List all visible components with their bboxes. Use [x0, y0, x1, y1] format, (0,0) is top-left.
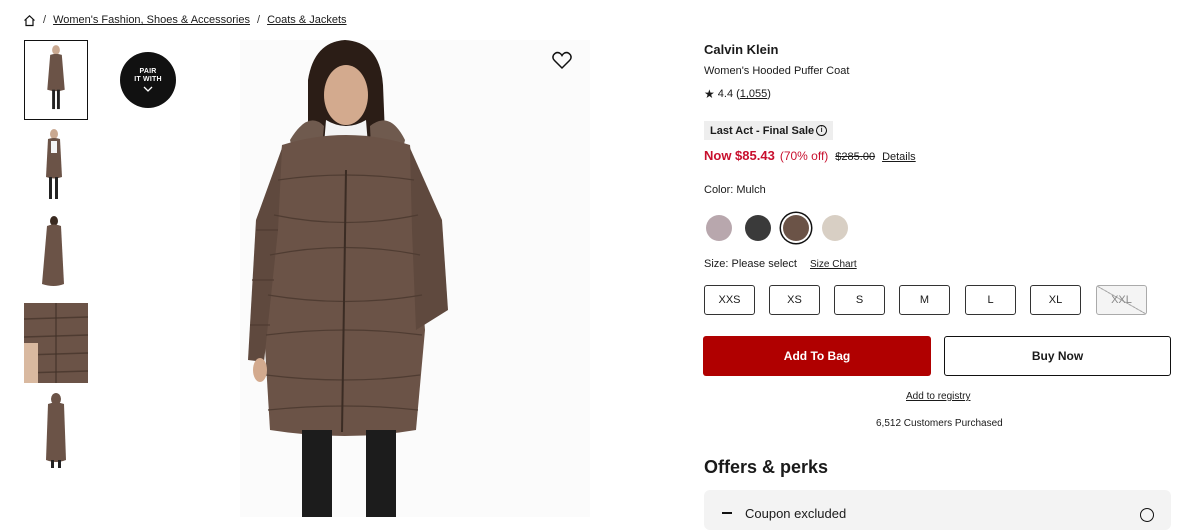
price-details-link[interactable]: Details: [882, 151, 916, 163]
review-count-link[interactable]: 1,055: [740, 88, 768, 100]
pair-label-line2: IT WITH: [134, 76, 162, 83]
home-icon[interactable]: [23, 14, 36, 27]
thumbnail-2[interactable]: [24, 125, 88, 205]
product-title: Women's Hooded Puffer Coat: [704, 65, 850, 77]
sale-badge-text: Last Act - Final Sale: [710, 124, 815, 137]
size-option-xxl[interactable]: XXL: [1096, 285, 1147, 315]
pair-it-with-button[interactable]: PAIR IT WITH: [120, 52, 176, 108]
thumbnail-3[interactable]: [24, 212, 88, 292]
sale-price: Now $85.43: [704, 148, 775, 163]
size-option-m[interactable]: M: [899, 285, 950, 315]
product-thumbnail-image: [24, 303, 88, 383]
color-swatch-black[interactable]: [745, 215, 771, 241]
original-price: $285.00: [835, 151, 876, 163]
add-to-bag-button[interactable]: Add To Bag: [703, 336, 931, 376]
product-thumbnail-image: [25, 41, 87, 119]
add-to-registry-link[interactable]: Add to registry: [906, 391, 970, 402]
breadcrumb-link-coats-jackets[interactable]: Coats & Jackets: [267, 14, 346, 26]
color-swatch-mauve[interactable]: [706, 215, 732, 241]
brand-name[interactable]: Calvin Klein: [704, 42, 778, 57]
thumbnail-4[interactable]: [24, 303, 88, 383]
offers-heading: Offers & perks: [704, 457, 829, 477]
size-label: Size: Please select: [704, 258, 797, 270]
heart-icon[interactable]: [550, 48, 574, 72]
price-row: Now $85.43 (70% off) $285.00 Details: [704, 148, 916, 163]
breadcrumb-separator: /: [257, 14, 261, 26]
product-thumbnail-image: [24, 212, 88, 292]
minus-icon: [722, 512, 732, 514]
thumbnail-1[interactable]: [24, 40, 88, 120]
customers-purchased: 6,512 Customers Purchased: [876, 418, 1003, 429]
size-option-s[interactable]: S: [834, 285, 885, 315]
breadcrumb-separator: /: [43, 14, 47, 26]
rating-summary: ★ 4.4 (1,055): [704, 87, 771, 101]
rating-value: 4.4: [717, 88, 734, 100]
review-count[interactable]: (1,055): [736, 88, 771, 100]
color-swatch-cream[interactable]: [822, 215, 848, 241]
size-option-xl[interactable]: XL: [1030, 285, 1081, 315]
pair-label-line1: PAIR: [139, 68, 157, 75]
info-icon[interactable]: i: [816, 125, 828, 136]
thumbnail-5[interactable]: [24, 390, 88, 470]
discount-percent: (70% off): [779, 149, 829, 163]
product-thumbnail-image: [24, 390, 88, 470]
size-option-l[interactable]: L: [965, 285, 1016, 315]
chevron-down-icon: [143, 86, 153, 92]
main-product-image[interactable]: [220, 40, 590, 517]
sale-badge: Last Act - Final Sale i: [704, 121, 834, 140]
color-label: Color: Mulch: [704, 184, 766, 196]
size-chart-link[interactable]: Size Chart: [810, 259, 857, 270]
coupon-text: Coupon excluded: [745, 506, 847, 521]
size-option-xxs[interactable]: XXS: [704, 285, 755, 315]
buy-now-button[interactable]: Buy Now: [944, 336, 1171, 376]
breadcrumb: / Women's Fashion, Shoes & Accessories /…: [23, 12, 347, 28]
chevron-icon[interactable]: [1140, 508, 1154, 522]
breadcrumb-link-womens-fashion[interactable]: Women's Fashion, Shoes & Accessories: [53, 14, 250, 26]
color-swatch-mulch[interactable]: [783, 215, 809, 241]
star-icon: ★: [704, 87, 715, 101]
product-thumbnail-image: [24, 125, 88, 205]
size-option-xs[interactable]: XS: [769, 285, 820, 315]
